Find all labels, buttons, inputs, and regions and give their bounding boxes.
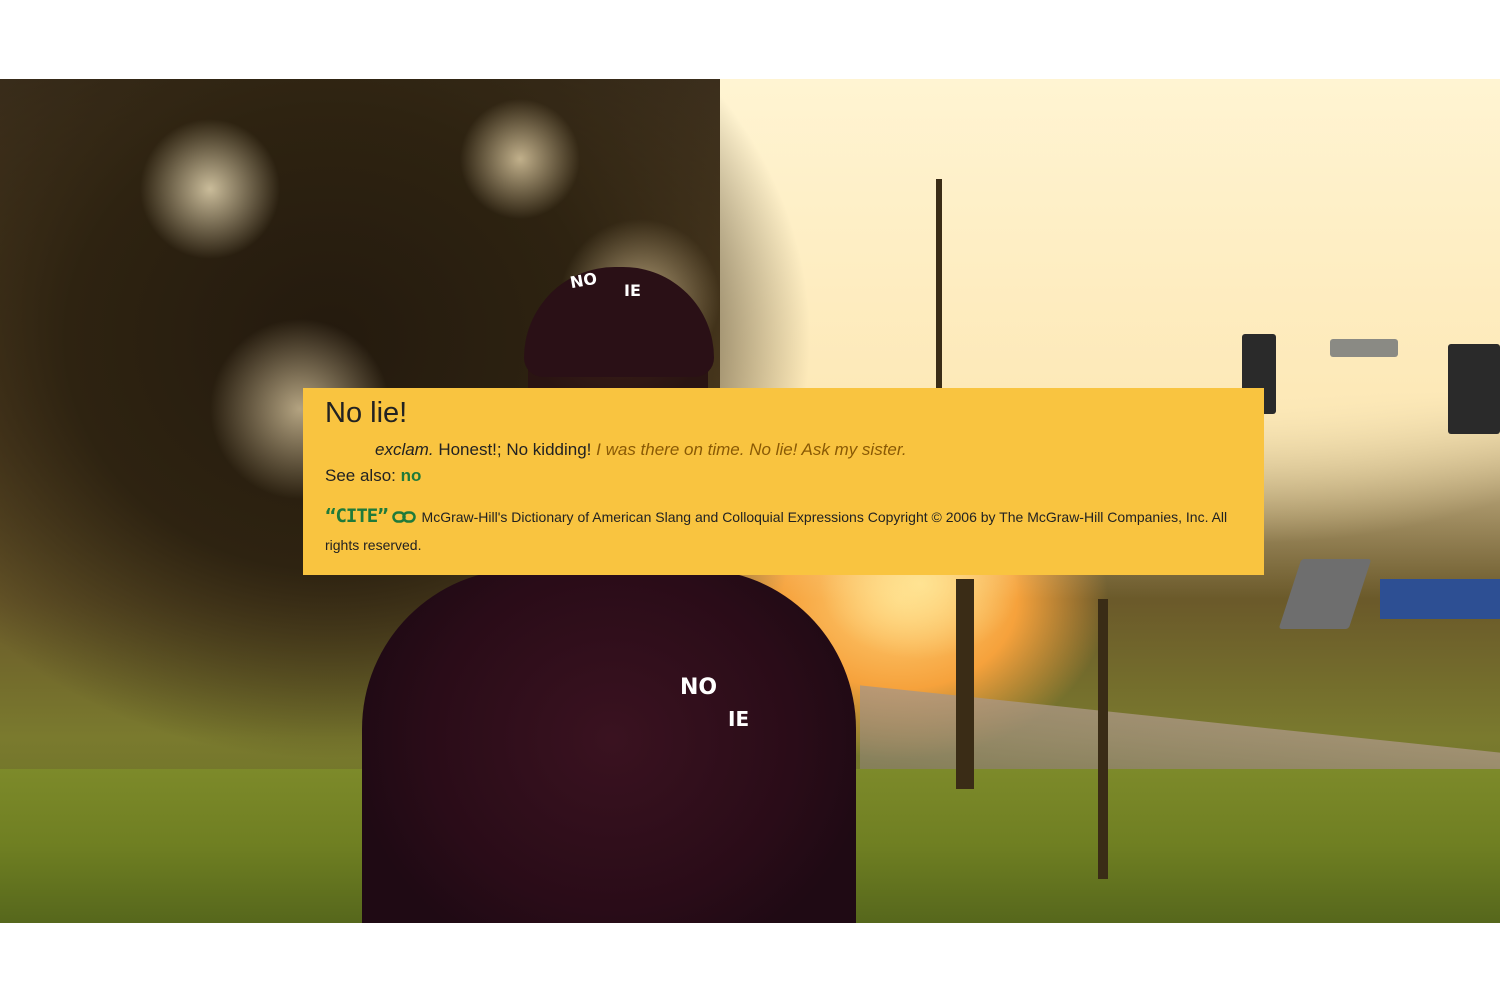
link-icon[interactable] [391,506,416,532]
cap-logo-right: IE [624,281,641,300]
see-also-label: See also: [325,466,396,485]
definition-line: exclam. Honest!; No kidding! I was there… [325,439,1242,461]
definition-text: Honest!; No kidding! [438,440,592,459]
shirt-logo-left: NO [680,675,718,700]
cite-button[interactable]: “CITE” [325,505,389,527]
utility-pole [936,179,942,399]
cap-logo-left: NO [568,268,599,293]
person-sweatshirt: NO IE [362,569,856,923]
shirt-logo-right: IE [728,707,750,731]
citation-source: McGraw-Hill's Dictionary of American Sla… [325,509,1228,553]
part-of-speech: exclam. [375,440,434,459]
see-also: See also: no [325,465,1242,487]
street-sign [1330,339,1398,357]
utility-pole [1098,599,1108,879]
see-also-link[interactable]: no [401,466,422,485]
dictionary-popup: No lie! exclam. Honest!; No kidding! I w… [303,388,1264,575]
example-sentence: I was there on time. No lie! Ask my sist… [596,440,907,459]
utility-pole [956,579,974,789]
traffic-signal [1448,344,1500,434]
store-awning [1380,579,1500,619]
headword: No lie! [325,397,408,429]
citation: “CITE” McGraw-Hill's Dictionary of Ameri… [325,503,1242,558]
